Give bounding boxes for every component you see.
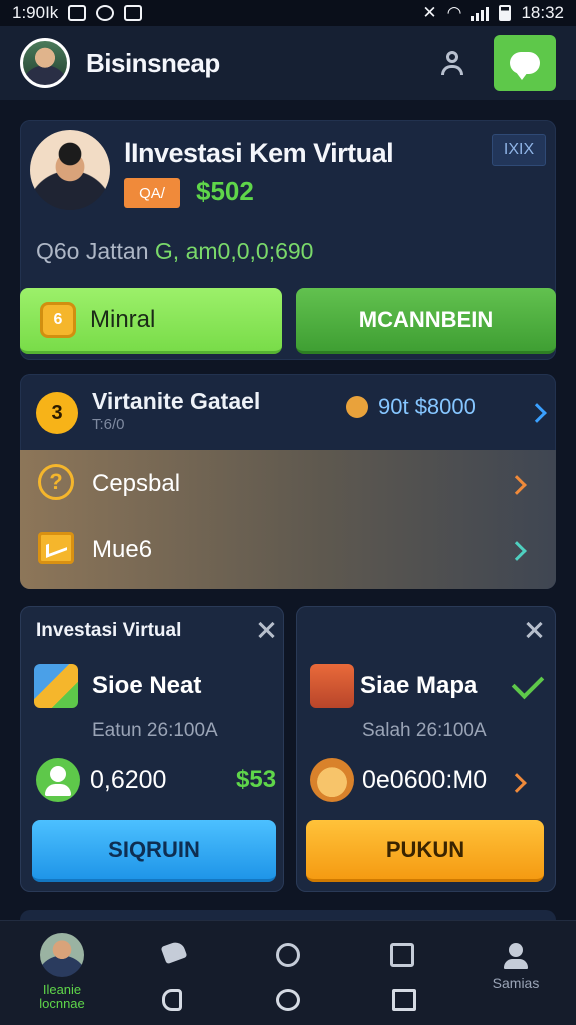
circle-icon (276, 943, 300, 967)
list-item-subtitle: T:6/0 (92, 416, 125, 433)
card-title: Sioe Neat (92, 672, 202, 699)
hero-card: lInvestasi Kem Virtual IXIX QA/ $502 Q6o… (20, 120, 556, 360)
nav-item-wallet[interactable] (352, 933, 452, 967)
status-bar: 1:90Ik ✕ ◠ 18:32 (0, 0, 576, 26)
user-icon (441, 51, 463, 75)
hero-tag[interactable]: IXIX (492, 134, 546, 166)
dog-icon (346, 396, 368, 418)
list-item-title: Virtanite Gatael (92, 388, 261, 414)
nav-profile-label: Samias (492, 975, 540, 991)
card-title: Siae Mapa (360, 672, 478, 699)
profile-photo (30, 130, 110, 210)
chart-icon (34, 664, 78, 708)
card-value: 0e0600:M0 (362, 766, 488, 794)
list-item-mue6[interactable]: Mue6 (20, 516, 556, 582)
system-recents-button[interactable] (392, 989, 416, 1011)
signin-button[interactable]: SIQRUIN (32, 820, 276, 882)
avatar[interactable] (20, 38, 70, 88)
gallery-icon (68, 5, 87, 21)
mineral-button-label: Minral (90, 305, 156, 333)
list-section: ? Cepsbal Mue6 (20, 450, 556, 589)
profile-button[interactable] (432, 43, 472, 83)
app-header: Bisinsneap (0, 26, 576, 100)
avatar (40, 933, 84, 977)
hero-subtitle-highlight: G, am0,0,0;690 (154, 238, 314, 264)
chevron-right-icon (507, 541, 527, 561)
nav-item-home[interactable]: Ileanie locnnae (12, 933, 112, 1011)
status-time-right: 18:32 (521, 3, 564, 22)
hero-amount: $502 (196, 176, 254, 206)
list-item-cepsbal[interactable]: ? Cepsbal (20, 450, 556, 516)
card-meta: Salah 26:100A (362, 720, 487, 741)
dog-avatar-icon (310, 758, 354, 802)
mineral-button[interactable]: 6 Minral (20, 288, 282, 354)
signal-icon (471, 5, 490, 21)
mute-icon: ✕ (422, 3, 437, 22)
app-title: Bisinsneap (86, 47, 220, 78)
system-home-button[interactable] (276, 989, 300, 1011)
investment-card-left: Investasi Virtual Sioe Neat Eatun 26:100… (20, 606, 284, 892)
pukun-button[interactable]: PUKUN (306, 820, 544, 882)
nav-item-explore[interactable] (124, 933, 224, 965)
list-item-value-text: 90t $8000 (378, 394, 476, 419)
hero-subtitle: Q6o Jattan G, am0,0,0;690 (36, 238, 313, 265)
list-item-balance[interactable]: 3 Virtanite Gatael T:6/0 90t $8000 (20, 374, 556, 450)
mail-icon (38, 532, 74, 564)
list-item-label: Mue6 (92, 536, 153, 563)
status-time-left: 1:90Ik (12, 3, 59, 22)
hero-title: lInvestasi Kem Virtual (124, 138, 394, 168)
nav-home-label: Ileanie locnnae (39, 982, 85, 1011)
bottom-navigation: Ileanie locnnae Samias (0, 920, 576, 1025)
coin-icon: 6 (40, 301, 76, 338)
primary-action-button[interactable]: MCANNBEIN (296, 288, 556, 354)
chevron-right-icon (527, 403, 547, 423)
map-icon (310, 664, 354, 708)
hero-subtitle-prefix: Q6o Jattan (36, 238, 149, 264)
card-price: $53 (236, 766, 277, 793)
user-icon (504, 943, 528, 969)
chevron-right-icon (507, 475, 527, 495)
hero-badge: QA/ (124, 178, 180, 208)
list-item-value: 90t $8000 (346, 394, 476, 420)
clock-icon (96, 5, 115, 21)
app-notification-icon (124, 5, 143, 21)
card-value: 0,6200 (90, 766, 167, 794)
card-meta: Eatun 26:100A (92, 720, 218, 741)
chat-icon (510, 52, 540, 80)
chevron-right-icon (507, 773, 527, 793)
nav-item-profile[interactable]: Samias (466, 933, 566, 991)
chat-button[interactable] (494, 35, 556, 91)
system-back-button[interactable] (162, 989, 182, 1011)
check-icon (511, 666, 545, 700)
user-avatar-icon (36, 758, 80, 802)
close-icon[interactable] (256, 620, 276, 640)
wifi-icon: ◠ (446, 3, 462, 22)
battery-icon (499, 5, 512, 21)
list-item-label: Cepsbal (92, 470, 181, 497)
investment-card-right: Siae Mapa Salah 26:100A 0e0600:M0 PUKUN (296, 606, 556, 892)
card-header: Investasi Virtual (36, 620, 182, 641)
question-circle-icon: ? (38, 464, 74, 500)
close-icon[interactable] (524, 620, 544, 640)
nav-item-center[interactable] (238, 933, 338, 967)
wallet-icon (390, 943, 414, 967)
list-card: 3 Virtanite Gatael T:6/0 90t $8000 ? Cep… (20, 374, 556, 589)
rocket-icon (160, 939, 188, 965)
coin-icon: 3 (36, 392, 78, 434)
